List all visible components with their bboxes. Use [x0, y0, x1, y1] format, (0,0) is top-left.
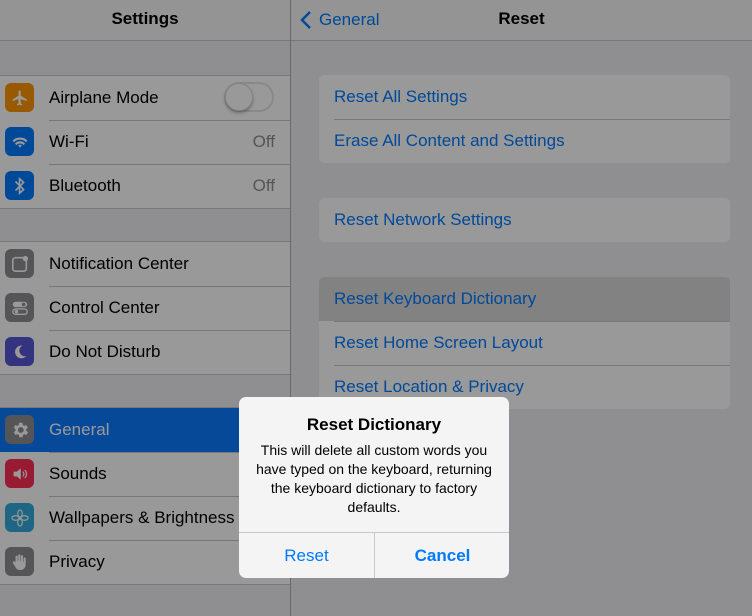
reset-dictionary-alert: Reset Dictionary This will delete all cu…: [239, 397, 509, 578]
alert-message: This will delete all custom words you ha…: [256, 442, 492, 515]
settings-screen: Settings Airplane Mode Wi-Fi Off Bluetoo…: [0, 0, 752, 616]
alert-reset-button[interactable]: Reset: [239, 533, 374, 578]
alert-title: Reset Dictionary: [306, 415, 442, 434]
alert-cancel-button[interactable]: Cancel: [375, 533, 509, 578]
alert-button-bar: Reset Cancel: [239, 532, 509, 578]
